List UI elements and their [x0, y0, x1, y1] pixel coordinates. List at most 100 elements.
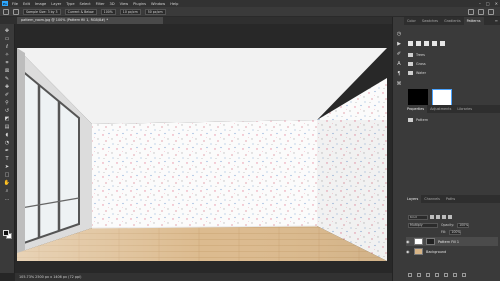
clone-stamp-icon[interactable]: ⚲ — [3, 100, 11, 106]
tool-preset-icon[interactable] — [13, 8, 19, 15]
pattern-preset-2[interactable] — [416, 41, 421, 46]
menu-edit[interactable]: Edit — [23, 2, 30, 6]
pattern-folder-water[interactable]: Water — [408, 69, 426, 76]
tab-adjustments[interactable]: Adjustments — [427, 105, 454, 113]
menu-plugins[interactable]: Plugins — [133, 2, 146, 6]
layer-kind-filter[interactable]: Kind — [408, 214, 428, 220]
pattern-preset-1[interactable] — [408, 41, 413, 46]
close-icon[interactable]: ✕ — [495, 1, 498, 6]
home-icon[interactable] — [3, 8, 9, 15]
pattern-folder-grass[interactable]: Grass — [408, 60, 426, 67]
layer-row-pattern-fill[interactable]: ◉ Pattern Fill 1 — [406, 237, 498, 246]
opacity-field[interactable]: 100% — [100, 8, 116, 15]
tab-color[interactable]: Color — [404, 17, 419, 25]
menu-help[interactable]: Help — [170, 2, 178, 6]
filter-shape-icon[interactable] — [448, 215, 452, 219]
tab-properties[interactable]: Properties — [404, 105, 428, 113]
sample-size-dropdown[interactable]: Sample Size: 3 by 3 — [23, 8, 61, 15]
pen-tool-icon[interactable]: ✒ — [3, 148, 11, 154]
visibility-eye-icon[interactable]: ◉ — [406, 239, 411, 244]
tab-layers[interactable]: Layers — [404, 195, 422, 203]
history-brush-icon[interactable]: ↺ — [3, 108, 11, 114]
menu-filter[interactable]: Filter — [96, 2, 105, 6]
adjustment-layer-icon[interactable] — [435, 273, 439, 277]
tab-libraries[interactable]: Libraries — [454, 105, 475, 113]
menu-image[interactable]: Image — [35, 2, 46, 6]
opacity-input[interactable]: 100% — [457, 222, 470, 228]
add-mask-icon[interactable] — [426, 273, 430, 277]
minimize-icon[interactable]: – — [479, 1, 481, 6]
filter-adjustment-icon[interactable] — [436, 215, 440, 219]
eyedropper-icon[interactable]: ✎ — [3, 76, 11, 82]
brush-panel-icon[interactable]: ✐ — [395, 51, 403, 57]
panel-icon-strip: ◷ ▶ ✐ A ¶ ⌘ — [392, 17, 404, 281]
menu-layer[interactable]: Layer — [51, 2, 61, 6]
blend-mode-dropdown[interactable]: Multiply — [408, 222, 438, 228]
zoom-tool-icon[interactable]: ⌕ — [3, 188, 11, 194]
new-layer-icon[interactable] — [453, 273, 457, 277]
photoshop-logo-icon[interactable]: Ps — [2, 1, 8, 6]
delete-layer-icon[interactable] — [462, 273, 466, 277]
filter-type-icon[interactable] — [442, 215, 446, 219]
tab-channels[interactable]: Channels — [421, 195, 443, 203]
menu-window[interactable]: Window — [151, 2, 165, 6]
new-group-icon[interactable] — [444, 273, 448, 277]
spacing-field[interactable]: 10 px/cm — [119, 8, 141, 15]
layer-style-icon[interactable] — [417, 273, 421, 277]
document-tab[interactable]: pattern_room.jpg @ 100% (Pattern fill 1,… — [17, 17, 163, 24]
glyphs-panel-icon[interactable]: ⌘ — [395, 81, 403, 87]
blend-opacity-row: Multiply Opacity: 100% — [408, 222, 496, 228]
actions-panel-icon[interactable]: ▶ — [395, 41, 403, 47]
link-layers-icon[interactable] — [408, 273, 412, 277]
rectangle-tool-icon[interactable]: □ — [3, 172, 11, 178]
eraser-tool-icon[interactable]: ◩ — [3, 116, 11, 122]
pattern-preset-3[interactable] — [424, 41, 429, 46]
menu-view[interactable]: View — [120, 2, 129, 6]
dodge-tool-icon[interactable]: ◔ — [3, 140, 11, 146]
document-canvas[interactable] — [17, 48, 387, 261]
canvas-area[interactable] — [15, 24, 392, 273]
share-icon[interactable] — [488, 9, 494, 15]
artboard-tool-icon[interactable]: ▭ — [3, 36, 11, 42]
foreground-color-swatch[interactable] — [3, 230, 9, 236]
visibility-eye-icon[interactable]: ◉ — [406, 249, 411, 254]
move-tool-icon[interactable]: ✥ — [3, 28, 11, 34]
size-field[interactable]: 50 px/cm — [144, 8, 166, 15]
menu-select[interactable]: Select — [80, 2, 91, 6]
path-selection-icon[interactable]: ➤ — [3, 164, 11, 170]
maximize-icon[interactable]: □ — [486, 1, 490, 6]
menu-file[interactable]: File — [12, 2, 18, 6]
menu-type[interactable]: Type — [66, 2, 74, 6]
type-tool-icon[interactable]: T — [3, 156, 11, 162]
magic-wand-icon[interactable]: ✧ — [3, 52, 11, 58]
sample-layers-dropdown[interactable]: Current & Below — [64, 8, 97, 15]
panel-menu-icon[interactable]: ≡ — [495, 17, 498, 25]
fill-input[interactable]: 100% — [449, 229, 462, 235]
pattern-folder-trees[interactable]: Trees — [408, 51, 425, 58]
history-panel-icon[interactable]: ◷ — [395, 31, 403, 37]
hand-tool-icon[interactable]: ✋ — [3, 180, 11, 186]
more-tools-icon[interactable]: … — [3, 196, 11, 202]
paragraph-panel-icon[interactable]: ¶ — [395, 71, 403, 77]
tab-swatches[interactable]: Swatches — [419, 17, 441, 25]
brush-tool-icon[interactable]: ✐ — [3, 92, 11, 98]
frame-tool-icon[interactable]: ⊠ — [3, 68, 11, 74]
tab-patterns[interactable]: Patterns — [463, 17, 484, 25]
menu-3d[interactable]: 3D — [110, 2, 115, 6]
layers-footer-buttons — [408, 273, 466, 277]
character-panel-icon[interactable]: A — [395, 61, 403, 67]
layer-row-background[interactable]: ◉ Background — [406, 247, 498, 256]
lasso-tool-icon[interactable]: ℓ — [3, 44, 11, 50]
healing-brush-icon[interactable]: ✚ — [3, 84, 11, 90]
pattern-preset-4[interactable] — [432, 41, 437, 46]
tab-gradients[interactable]: Gradients — [441, 17, 464, 25]
tab-paths[interactable]: Paths — [443, 195, 458, 203]
gradient-tool-icon[interactable]: ▤ — [3, 124, 11, 130]
filter-pixel-icon[interactable] — [430, 215, 434, 219]
pattern-preset-5[interactable] — [440, 41, 445, 46]
options-right-icons — [468, 9, 494, 15]
blur-tool-icon[interactable]: ◖ — [3, 132, 11, 138]
search-icon[interactable] — [468, 9, 474, 15]
crop-tool-icon[interactable]: ⌗ — [3, 60, 11, 66]
workspace-icon[interactable] — [478, 9, 484, 15]
